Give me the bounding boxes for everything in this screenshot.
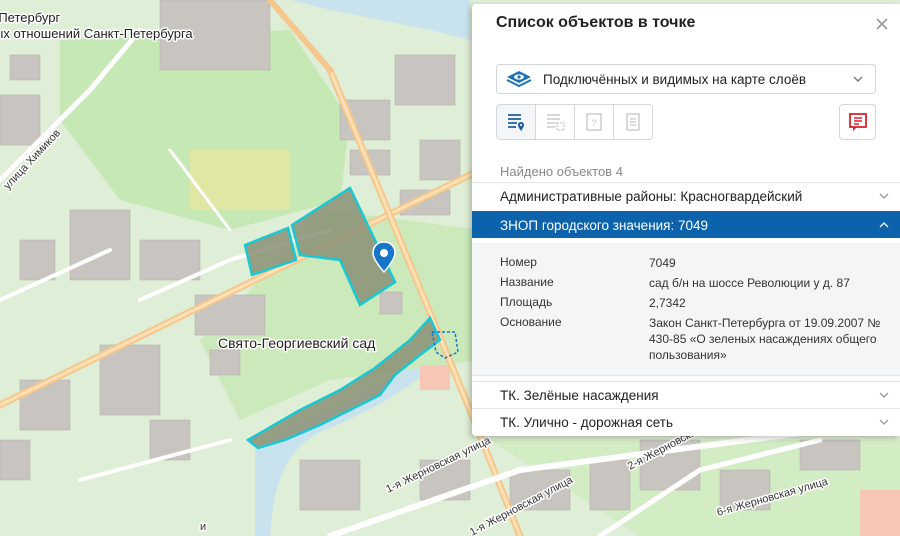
section-details: Номер 7049 Название сад б/н на шоссе Рев… (472, 243, 900, 376)
close-button[interactable] (872, 14, 892, 34)
panel-title: Список объектов в точке (496, 14, 696, 31)
construction-site-small (420, 365, 450, 390)
tool-frame-question[interactable]: ? (575, 105, 614, 139)
park-name-label: Свято-Георгиевский сад (218, 335, 375, 351)
section-label: ТК. Зелёные насаждения (500, 387, 659, 403)
detail-value: Закон Санкт-Петербурга от 19.09.2007 № 4… (649, 316, 881, 362)
list-grid-icon (547, 114, 565, 131)
document-icon (626, 113, 640, 131)
section-green-plantings[interactable]: ТК. Зелёные насаждения (472, 381, 900, 408)
found-count: Найдено объектов 4 (500, 164, 623, 179)
layer-select[interactable]: Подключённых и видимых на карте слоёв (496, 64, 876, 94)
map-label-bottom-left: и (200, 521, 206, 533)
section-admin-districts[interactable]: Административные районы: Красногвардейск… (472, 182, 900, 209)
detail-key: Площадь (500, 295, 553, 309)
detail-key: Название (500, 275, 554, 289)
section-label: Административные районы: Красногвардейск… (500, 188, 803, 204)
chevron-down-icon (879, 392, 889, 398)
detail-value: сад б/н на шоссе Революции у д. 87 (649, 276, 850, 290)
layer-select-value: Подключённых и видимых на карте слоёв (543, 71, 807, 87)
detail-value: 7049 (649, 256, 676, 270)
close-icon (876, 18, 888, 30)
section-znop[interactable]: ЗНОП городского значения: 7049 (472, 211, 900, 238)
layers-eye-icon (506, 71, 532, 88)
svg-text:?: ? (591, 118, 596, 128)
tool-list-with-marker[interactable] (497, 105, 536, 139)
sport-field (190, 150, 290, 210)
tool-list-grid[interactable] (536, 105, 575, 139)
objects-panel: Список объектов в точке Подключённых и в… (472, 4, 900, 436)
chevron-down-icon (879, 193, 889, 199)
construction-site (860, 490, 900, 536)
view-tool-group: ? (496, 104, 653, 140)
report-button[interactable] (839, 104, 876, 140)
section-road-network[interactable]: ТК. Улично - дорожная сеть (472, 408, 900, 435)
section-label: ТК. Улично - дорожная сеть (500, 414, 674, 430)
map-label-top-left-2: ых отношений Санкт-Петербурга (0, 26, 193, 41)
chevron-down-icon (853, 76, 863, 82)
list-with-marker-icon (508, 114, 524, 131)
section-label: ЗНОП городского значения: 7049 (500, 217, 709, 233)
frame-question-icon: ? (586, 113, 602, 131)
detail-key: Основание (500, 315, 562, 329)
detail-key: Номер (500, 255, 537, 269)
tool-document[interactable] (614, 105, 652, 139)
map-label-top-left-1: -Петербург (0, 10, 60, 25)
detail-value: 2,7342 (649, 296, 686, 310)
river (290, 0, 470, 40)
report-icon (848, 113, 867, 131)
chevron-up-icon (879, 222, 889, 228)
chevron-down-icon (879, 419, 889, 425)
